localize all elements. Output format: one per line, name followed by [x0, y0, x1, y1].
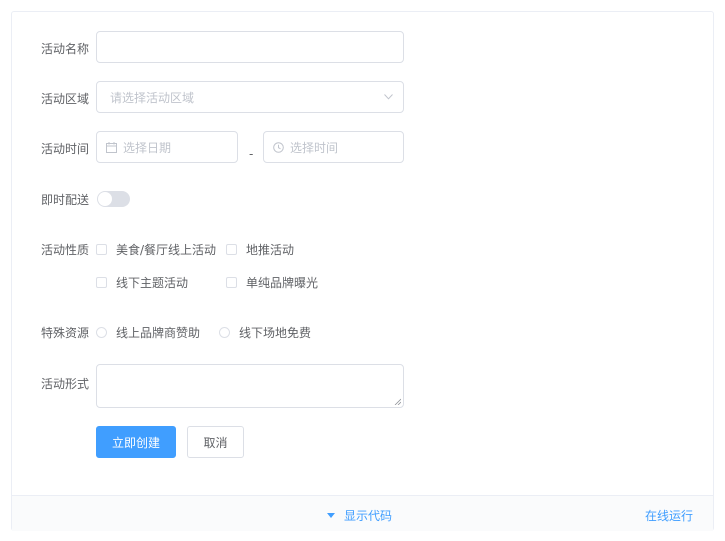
date-placeholder: 选择日期 — [123, 140, 172, 155]
type-option-label: 地推活动 — [246, 243, 295, 257]
radio[interactable] — [219, 327, 230, 338]
create-button[interactable]: 立即创建 — [96, 426, 176, 458]
calendar-icon — [106, 141, 117, 153]
clock-icon — [273, 141, 284, 153]
switch-knob — [98, 192, 112, 206]
name-label: 活动名称 — [41, 42, 90, 56]
delivery-label: 即时配送 — [41, 193, 90, 207]
region-label: 活动区域 — [41, 92, 90, 106]
type-option-brand-exposure[interactable]: 单纯品牌曝光 — [226, 274, 318, 291]
checkbox[interactable] — [96, 277, 107, 288]
activity-name-input[interactable] — [96, 31, 404, 63]
type-option-online[interactable]: 美食/餐厅线上活动 — [96, 241, 216, 258]
demo-card: 活动名称 活动区域 请选择活动区域 活动时间 选择日期 - 选择时间 即时配送 … — [11, 11, 714, 531]
type-option-label: 美食/餐厅线上活动 — [116, 243, 217, 257]
resize-handle-icon[interactable] — [394, 398, 401, 405]
resource-label: 特殊资源 — [41, 326, 90, 340]
type-option-offline-theme[interactable]: 线下主题活动 — [96, 274, 188, 291]
checkbox[interactable] — [226, 244, 237, 255]
show-code-label: 显示代码 — [344, 509, 393, 523]
delivery-switch[interactable] — [97, 191, 130, 207]
checkbox[interactable] — [96, 244, 107, 255]
checkbox[interactable] — [226, 277, 237, 288]
activity-form-textarea[interactable] — [96, 364, 404, 408]
time-label: 活动时间 — [41, 142, 90, 156]
type-label: 活动性质 — [41, 243, 90, 257]
time-placeholder: 选择时间 — [290, 140, 339, 155]
region-select[interactable]: 请选择活动区域 — [96, 81, 404, 113]
caret-down-icon — [327, 513, 335, 518]
resource-option-label: 线上品牌商赞助 — [116, 326, 201, 340]
date-picker[interactable]: 选择日期 — [96, 131, 238, 163]
type-option-label: 单纯品牌曝光 — [246, 276, 319, 290]
chevron-down-icon — [384, 94, 393, 100]
demo-footer: 显示代码 在线运行 — [12, 495, 713, 531]
resource-option-sponsor[interactable]: 线上品牌商赞助 — [96, 324, 200, 341]
type-option-label: 线下主题活动 — [116, 276, 189, 290]
desc-label: 活动形式 — [41, 377, 90, 391]
cancel-button[interactable]: 取消 — [187, 426, 244, 458]
type-option-ground[interactable]: 地推活动 — [226, 241, 294, 258]
resource-option-venue[interactable]: 线下场地免费 — [219, 324, 311, 341]
time-picker[interactable]: 选择时间 — [263, 131, 404, 163]
run-online-link[interactable]: 在线运行 — [645, 507, 693, 524]
show-code-toggle[interactable]: 显示代码 — [327, 507, 392, 524]
radio[interactable] — [96, 327, 107, 338]
region-select-placeholder: 请选择活动区域 — [110, 90, 195, 105]
time-separator: - — [249, 147, 254, 161]
resource-option-label: 线下场地免费 — [239, 326, 312, 340]
